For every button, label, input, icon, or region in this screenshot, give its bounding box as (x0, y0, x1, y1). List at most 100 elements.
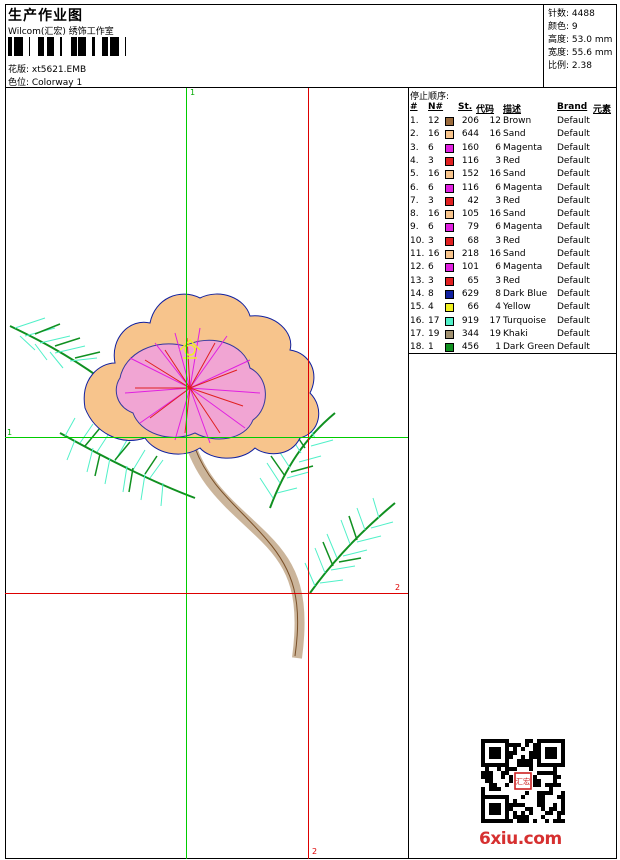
cell-code: 8 (495, 288, 501, 299)
flower (83, 293, 320, 459)
col-header-element: 元素 (593, 105, 612, 115)
cell-st: 629 (461, 288, 479, 299)
stat-height: 高度: 53.0 mm (548, 35, 613, 45)
cell-brand: Default (557, 275, 590, 286)
qr-code: 汇宏 (481, 739, 565, 823)
cell-desc: Red (503, 195, 521, 206)
cell-st: 919 (461, 315, 479, 326)
cell-st: 160 (461, 142, 479, 153)
color-swatch (445, 170, 454, 180)
cell-num: 3. (410, 142, 419, 153)
color-swatch (445, 316, 454, 326)
qr-stamp-text: 汇宏 (516, 777, 530, 786)
cell-desc: Brown (503, 116, 532, 126)
cell-st: 456 (461, 342, 479, 353)
cell-code: 16 (489, 249, 501, 259)
col-header-num: # (410, 102, 418, 112)
cell-num: 6. (410, 182, 419, 193)
table-row: 18. 1 456 1 Dark Green Default (409, 341, 617, 354)
guide-horizontal-2 (5, 593, 408, 594)
design-canvas: 1 1 2 2 (5, 88, 409, 859)
cell-n: 1 (428, 342, 434, 353)
cell-n: 17 (428, 315, 440, 326)
cell-n: 6 (428, 222, 434, 233)
cell-brand: Default (557, 155, 590, 166)
cell-desc: Sand (503, 169, 526, 180)
cell-st: 105 (461, 209, 479, 220)
cell-num: 15. (410, 302, 425, 313)
cell-num: 10. (410, 235, 425, 246)
cell-brand: Default (557, 182, 590, 193)
table-row: 1. 12 206 12 Brown Default (409, 115, 617, 128)
cell-num: 4. (410, 155, 419, 166)
stat-colors: 颜色: 9 (548, 22, 578, 32)
stat-scale: 比例: 2.38 (548, 61, 592, 71)
cell-st: 218 (461, 249, 479, 259)
cell-n: 12 (428, 116, 440, 126)
cell-num: 7. (410, 195, 419, 206)
cell-num: 17. (410, 328, 425, 339)
table-row: 2. 16 644 16 Sand Default (409, 128, 617, 141)
cell-desc: Yellow (503, 302, 531, 313)
cell-num: 5. (410, 169, 419, 180)
cell-desc: Red (503, 235, 521, 246)
guide-vertical-1 (186, 88, 187, 859)
cell-desc: Magenta (503, 182, 543, 193)
cell-st: 101 (461, 262, 479, 273)
col-header-code: 代码 (476, 105, 495, 115)
cell-code: 1 (495, 342, 501, 353)
stop-sequence-title: 停止顺序: (410, 92, 450, 102)
col-header-desc: 描述 (503, 105, 522, 115)
guide-horizontal-1 (5, 437, 408, 438)
cell-st: 644 (461, 129, 479, 140)
table-row: 8. 16 105 16 Sand Default (409, 208, 617, 221)
stem (185, 441, 305, 659)
cell-code: 6 (495, 142, 501, 153)
cell-desc: Turquoise (503, 315, 547, 326)
color-swatch (445, 196, 454, 206)
cell-desc: Red (503, 155, 521, 166)
cell-n: 6 (428, 142, 434, 153)
cell-brand: Default (557, 169, 590, 180)
table-row: 13. 3 65 3 Red Default (409, 275, 617, 288)
page-title: 生产作业图 (8, 8, 83, 24)
cell-brand: Default (557, 116, 590, 126)
guide-label-h2: 2 (395, 583, 401, 592)
guide-label-h1: 1 (7, 428, 13, 437)
color-swatch (445, 183, 454, 193)
col-header-stitches: St. (458, 102, 473, 112)
cell-num: 16. (410, 315, 425, 326)
cell-desc: Sand (503, 129, 526, 140)
color-swatch (445, 117, 454, 126)
cell-brand: Default (557, 129, 590, 140)
table-row: 11. 16 218 16 Sand Default (409, 248, 617, 261)
cell-st: 65 (467, 275, 479, 286)
cell-st: 66 (467, 302, 479, 313)
cell-brand: Default (557, 302, 590, 313)
leaf-right-bottom (304, 497, 396, 594)
table-row: 14. 8 629 8 Dark Blue Default (409, 288, 617, 301)
color-swatch (445, 329, 454, 339)
cell-num: 8. (410, 209, 419, 220)
guide-label-v2: 2 (312, 847, 318, 856)
cell-code: 3 (495, 155, 501, 166)
stat-width: 宽度: 55.6 mm (548, 48, 613, 58)
table-row: 7. 3 42 3 Red Default (409, 195, 617, 208)
cell-n: 6 (428, 262, 434, 273)
col-header-brand: Brand (557, 102, 588, 112)
colorway-label: 色位: Colorway 1 (8, 78, 83, 88)
cell-desc: Dark Blue (503, 288, 548, 299)
cell-num: 13. (410, 275, 425, 286)
cell-brand: Default (557, 142, 590, 153)
cell-code: 12 (489, 116, 501, 126)
cell-st: 68 (467, 235, 479, 246)
cell-n: 6 (428, 182, 434, 193)
cell-brand: Default (557, 328, 590, 339)
leaf-left-top (9, 317, 101, 379)
cell-code: 6 (495, 182, 501, 193)
cell-st: 152 (461, 169, 479, 180)
color-swatch (445, 130, 454, 140)
table-row: 12. 6 101 6 Magenta Default (409, 261, 617, 274)
design-file-name: 花版: xt5621.EMB (8, 65, 87, 75)
cell-num: 14. (410, 288, 425, 299)
